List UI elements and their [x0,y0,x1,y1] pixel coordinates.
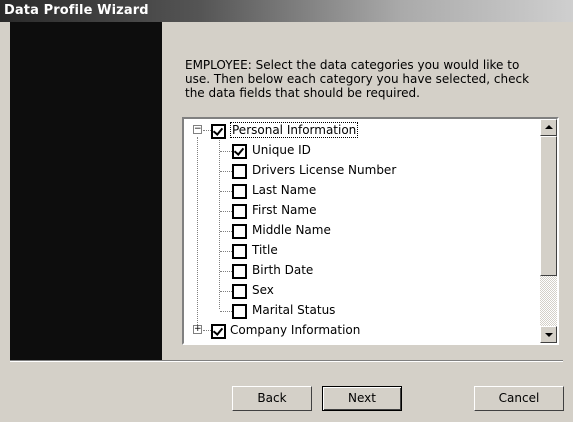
tree-field-first-name[interactable]: First Name [184,201,540,221]
back-button[interactable]: Back [232,386,312,411]
instructions-text: EMPLOYEE: Select the data categories you… [185,58,530,100]
title-bar: Data Profile Wizard [0,0,573,22]
checkbox-last-name[interactable] [232,184,247,199]
tree-node-personal-information[interactable]: − Personal Information [184,121,540,141]
tree-field-label: Last Name [252,183,317,197]
tree-field-label: Marital Status [252,303,336,317]
category-tree[interactable]: − Personal Information Unique ID Drivers… [182,117,559,345]
tree-connector [220,171,232,172]
scroll-thumb[interactable] [540,136,557,276]
cancel-button[interactable]: Cancel [474,386,564,411]
checkbox-title[interactable] [232,244,247,259]
arrow-up-icon [545,125,553,129]
tree-field-label: Birth Date [252,263,314,277]
tree-connector [220,151,232,152]
tree-field-label: Sex [252,283,274,297]
footer-divider [10,360,563,362]
tree-field-birth-date[interactable]: Birth Date [184,261,540,281]
tree-node-label: Company Information [230,323,361,337]
tree-connector [220,191,232,192]
next-button[interactable]: Next [322,386,402,411]
scroll-down-button[interactable] [540,326,557,343]
arrow-down-icon [545,333,553,337]
tree-connector [220,311,232,312]
vertical-scrollbar[interactable] [540,119,557,343]
scroll-up-button[interactable] [540,119,557,136]
window-title: Data Profile Wizard [4,3,149,18]
tree-viewport: − Personal Information Unique ID Drivers… [184,119,540,343]
tree-field-unique-id[interactable]: Unique ID [184,141,540,161]
checkbox-marital-status[interactable] [232,304,247,319]
wizard-side-panel [10,22,162,360]
checkbox-drivers-license-number[interactable] [232,164,247,179]
tree-field-label: Unique ID [252,143,311,157]
tree-node-label: Personal Information [230,122,359,138]
checkbox-first-name[interactable] [232,204,247,219]
expand-icon[interactable]: + [193,325,202,334]
tree-field-middle-name[interactable]: Middle Name [184,221,540,241]
tree-connector [220,291,232,292]
tree-connector [203,330,211,331]
collapse-icon[interactable]: − [193,125,202,134]
tree-field-label: Drivers License Number [252,163,397,177]
checkbox-unique-id[interactable] [232,144,247,159]
tree-connector [220,211,232,212]
tree-connector [220,251,232,252]
tree-connector [220,271,232,272]
checkbox-birth-date[interactable] [232,264,247,279]
tree-connector [220,231,232,232]
checkbox-personal-information[interactable] [211,124,226,139]
checkbox-sex[interactable] [232,284,247,299]
tree-field-marital-status[interactable]: Marital Status [184,301,540,321]
tree-field-sex[interactable]: Sex [184,281,540,301]
tree-field-drivers-license-number[interactable]: Drivers License Number [184,161,540,181]
checkbox-middle-name[interactable] [232,224,247,239]
tree-connector [203,130,211,131]
tree-field-label: Middle Name [252,223,331,237]
checkbox-company-information[interactable] [211,324,226,339]
tree-field-last-name[interactable]: Last Name [184,181,540,201]
tree-node-partial[interactable] [184,341,540,343]
tree-field-title[interactable]: Title [184,241,540,261]
tree-field-label: Title [252,243,278,257]
tree-node-company-information[interactable]: + Company Information [184,321,540,341]
tree-field-label: First Name [252,203,317,217]
